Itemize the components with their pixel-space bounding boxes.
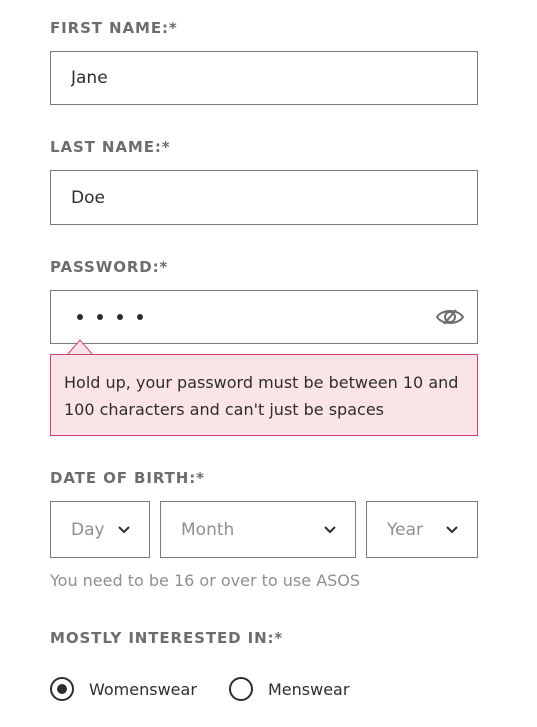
radio-womenswear-label: Womenswear bbox=[89, 679, 197, 699]
radio-womenswear[interactable]: Womenswear bbox=[50, 676, 197, 702]
chevron-down-icon bbox=[446, 525, 458, 533]
password-label: PASSWORD:* bbox=[50, 258, 169, 276]
last-name-label: LAST NAME:* bbox=[50, 138, 171, 156]
last-name-input[interactable] bbox=[51, 171, 477, 224]
radio-menswear-circle[interactable] bbox=[229, 677, 253, 701]
dob-year-select[interactable]: Year bbox=[366, 501, 478, 558]
dob-hint: You need to be 16 or over to use ASOS bbox=[50, 571, 361, 590]
radio-menswear-label: Menswear bbox=[268, 679, 350, 699]
first-name-field-wrapper bbox=[50, 51, 478, 105]
dob-year-value: Year bbox=[387, 519, 423, 540]
first-name-label: FIRST NAME:* bbox=[50, 19, 178, 37]
chevron-down-icon bbox=[118, 525, 130, 533]
dob-label: DATE OF BIRTH:* bbox=[50, 469, 205, 487]
radio-womenswear-circle[interactable] bbox=[50, 677, 74, 701]
password-dot bbox=[117, 314, 123, 320]
password-dot bbox=[137, 314, 143, 320]
radio-menswear[interactable]: Menswear bbox=[229, 676, 349, 702]
chevron-down-icon bbox=[324, 525, 336, 533]
password-dot bbox=[77, 314, 83, 320]
error-pointer bbox=[66, 339, 94, 355]
password-masked-value bbox=[77, 314, 143, 320]
password-input[interactable] bbox=[50, 290, 478, 344]
first-name-input[interactable] bbox=[51, 52, 477, 104]
password-error-message: Hold up, your password must be between 1… bbox=[50, 354, 478, 436]
dob-day-value: Day bbox=[71, 519, 105, 540]
last-name-field-wrapper bbox=[50, 170, 478, 225]
interest-label: MOSTLY INTERESTED IN:* bbox=[50, 629, 284, 647]
dob-month-select[interactable]: Month bbox=[160, 501, 356, 558]
eye-slash-icon[interactable] bbox=[435, 306, 465, 328]
password-dot bbox=[97, 314, 103, 320]
dob-day-select[interactable]: Day bbox=[50, 501, 150, 558]
dob-month-value: Month bbox=[181, 519, 235, 540]
